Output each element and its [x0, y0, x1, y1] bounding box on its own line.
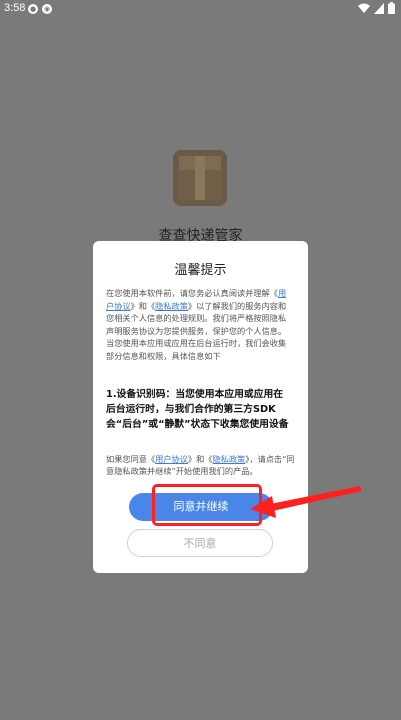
footer-privacy-policy-link[interactable]: 隐私政策	[212, 454, 245, 464]
dialog-footer-text: 如果您同意《用户协议》和《隐私政策》，请点击“同意隐私政策并继续”开始使用我们的…	[106, 453, 296, 477]
status-icons	[358, 2, 395, 14]
dialog-intro-text: 在您使用本软件前，请您务必认真阅读并理解《用户协议》和《隐私政策》以了解我们的服…	[106, 287, 292, 362]
footer-user-agreement-link[interactable]: 用户协议	[155, 454, 188, 464]
status-bar: 3:58 ● ◉	[0, 0, 401, 18]
highlight-box	[152, 484, 262, 526]
privacy-policy-link[interactable]: 隐私政策	[155, 301, 188, 311]
battery-icon	[388, 2, 395, 14]
notification-dot-icon: ●	[28, 4, 38, 14]
package-box-icon	[173, 150, 227, 206]
intro-text-part: 》和《	[130, 300, 156, 311]
disagree-button[interactable]: 不同意	[127, 529, 273, 557]
signal-icon	[374, 2, 384, 14]
dialog-title: 温馨提示	[174, 263, 227, 278]
status-time: 3:58	[4, 2, 26, 14]
wifi-icon	[358, 3, 370, 13]
footer-text-part: 》和《	[187, 454, 213, 464]
settings-dot-icon: ◉	[42, 4, 52, 14]
footer-text-part: 如果您同意《	[106, 454, 156, 464]
intro-text-part: 在您使用本软件前，请您务必认真阅读并理解《	[106, 288, 278, 298]
device-id-section: 1.设备识别码：当您使用本应用或应用在后台运行时，与我们合作的第三方SDK会“后…	[106, 389, 289, 430]
